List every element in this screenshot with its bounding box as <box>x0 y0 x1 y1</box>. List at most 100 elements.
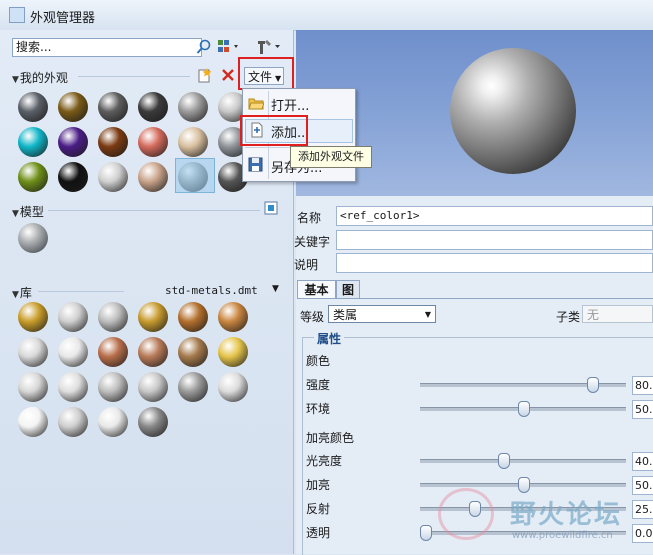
level-label: 等级 <box>300 310 325 324</box>
library-swatch[interactable] <box>138 372 168 402</box>
library-swatch[interactable] <box>138 337 168 367</box>
library-swatch[interactable] <box>58 302 88 332</box>
model-swatch[interactable] <box>18 223 48 253</box>
name-label: 名称 <box>297 211 322 225</box>
subclass-select[interactable]: 无 <box>582 305 653 323</box>
appearance-swatch[interactable] <box>58 127 88 157</box>
library-swatch[interactable] <box>18 302 48 332</box>
library-swatch[interactable] <box>218 337 248 367</box>
appearance-swatch[interactable] <box>98 92 128 122</box>
description-label: 说明 <box>294 258 319 272</box>
library-swatch[interactable] <box>98 302 128 332</box>
slider-label: 环境 <box>306 402 331 416</box>
name-field[interactable]: <ref_color1> <box>336 206 653 226</box>
keyword-field[interactable] <box>336 230 653 250</box>
library-header[interactable]: ▼库 <box>12 284 32 301</box>
library-swatch[interactable] <box>18 407 48 437</box>
save-as-icon <box>248 157 264 173</box>
highlight-box-add <box>240 115 308 146</box>
appearance-swatch[interactable] <box>138 127 168 157</box>
library-swatch[interactable] <box>138 302 168 332</box>
level-select[interactable]: 类属 ▼ <box>328 305 436 323</box>
library-swatch[interactable] <box>218 302 248 332</box>
library-swatch[interactable] <box>138 407 168 437</box>
slider-value-field[interactable]: 80. <box>632 376 653 395</box>
model-label: 模型 <box>19 205 44 219</box>
new-appearance-icon[interactable] <box>196 67 212 83</box>
slider-label: 光亮度 <box>306 454 343 468</box>
appearance-swatch[interactable] <box>18 127 48 157</box>
divider <box>78 76 190 77</box>
display-options-icon[interactable] <box>217 39 243 55</box>
library-swatch[interactable] <box>218 372 248 402</box>
library-swatch[interactable] <box>178 372 208 402</box>
color-label: 颜色 <box>306 354 331 368</box>
level-select-value: 类属 <box>333 308 358 322</box>
slider-thumb[interactable] <box>498 453 510 469</box>
slider-value-field[interactable]: 50. <box>632 400 653 419</box>
appearance-swatch[interactable] <box>58 162 88 192</box>
library-swatch[interactable] <box>98 372 128 402</box>
delete-icon[interactable] <box>220 67 236 83</box>
library-swatch[interactable] <box>98 337 128 367</box>
title-bar: 外观管理器 <box>0 0 653 31</box>
library-file-name[interactable]: std-metals.dmt <box>165 284 258 297</box>
description-field[interactable] <box>336 253 653 273</box>
model-header[interactable]: ▼模型 <box>12 203 44 220</box>
attributes-label: 属性 <box>314 330 345 347</box>
slider-thumb[interactable] <box>420 525 432 541</box>
search-icon[interactable] <box>195 38 213 56</box>
appearance-swatch[interactable] <box>138 162 168 192</box>
library-swatch[interactable] <box>178 337 208 367</box>
app-icon <box>9 7 25 23</box>
appearance-swatch[interactable] <box>178 92 208 122</box>
slider-value-field[interactable]: 40. <box>632 452 653 471</box>
library-file-dropdown-icon[interactable]: ▼ <box>272 284 279 294</box>
my-appearances-label: 我的外观 <box>19 71 68 85</box>
tab-map[interactable]: 图 <box>336 280 360 299</box>
slider-value-field[interactable]: 25. <box>632 500 653 519</box>
library-swatch[interactable] <box>98 407 128 437</box>
library-swatch[interactable] <box>178 302 208 332</box>
my-appearances-header[interactable]: ▼我的外观 <box>12 69 68 86</box>
subclass-label: 子类 <box>556 310 581 324</box>
tab-divider <box>297 298 653 299</box>
appearance-swatch[interactable] <box>18 92 48 122</box>
model-apply-icon[interactable] <box>263 200 279 216</box>
library-swatch[interactable] <box>58 337 88 367</box>
chevron-down-icon: ▼ <box>424 310 431 319</box>
appearance-swatch[interactable] <box>98 162 128 192</box>
slider-value-field[interactable]: 0.0 <box>632 524 653 543</box>
tab-basic[interactable]: 基本 <box>297 280 336 299</box>
slider-thumb[interactable] <box>518 477 530 493</box>
highlight-box-file <box>238 57 294 90</box>
tooltip: 添加外观文件 <box>290 146 372 168</box>
appearance-swatch[interactable] <box>178 127 208 157</box>
menu-item-open[interactable]: 打开... <box>271 95 309 114</box>
appearance-swatch[interactable] <box>98 127 128 157</box>
appearance-swatch[interactable] <box>18 162 48 192</box>
slider-value-field[interactable]: 50. <box>632 476 653 495</box>
watermark-url: www.proewildfire.cn <box>512 530 613 541</box>
divider <box>48 210 260 211</box>
library-swatch[interactable] <box>58 407 88 437</box>
keyword-label: 关键字 <box>294 235 331 249</box>
library-swatch[interactable] <box>18 337 48 367</box>
watermark-logo <box>438 488 494 540</box>
tools-icon[interactable] <box>255 38 283 56</box>
search-input[interactable]: 搜索... <box>12 38 202 57</box>
appearance-swatch[interactable] <box>58 92 88 122</box>
watermark-text: 野火论坛 <box>510 500 623 530</box>
slider-track[interactable] <box>420 459 626 463</box>
library-label: 库 <box>19 286 32 300</box>
library-swatch[interactable] <box>18 372 48 402</box>
preview-sphere <box>450 48 576 174</box>
slider-label: 加亮 <box>306 478 331 492</box>
selected-swatch-highlight <box>175 158 215 193</box>
window-title: 外观管理器 <box>30 11 96 26</box>
slider-thumb[interactable] <box>587 377 599 393</box>
slider-label: 强度 <box>306 378 331 392</box>
appearance-swatch[interactable] <box>138 92 168 122</box>
library-swatch[interactable] <box>58 372 88 402</box>
slider-thumb[interactable] <box>518 401 530 417</box>
